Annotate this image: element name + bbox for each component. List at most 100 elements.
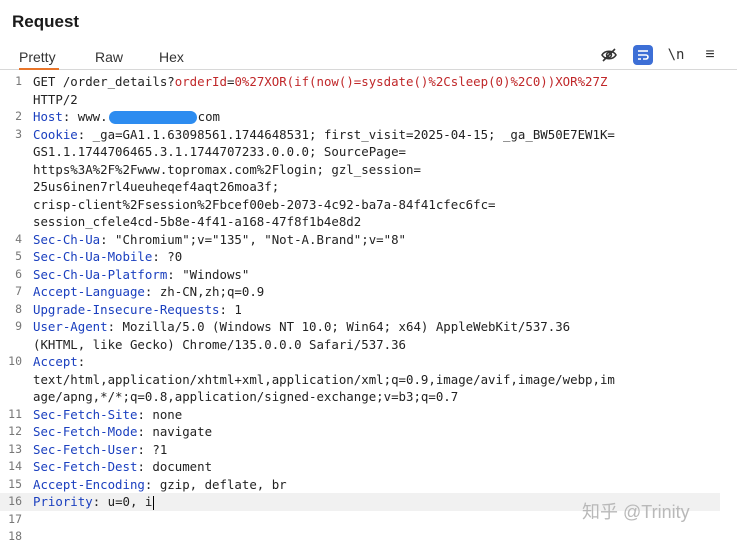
line-content: text/html,application/xhtml+xml,applicat… (33, 371, 615, 387)
header-name: Accept (33, 354, 78, 369)
hamburger-menu-icon[interactable]: ≡ (700, 45, 720, 65)
header-value: : "Windows" (167, 266, 250, 282)
header-value: : _ga=GA1.1.63098561.1744648531; first_v… (77, 126, 615, 142)
header-name: Cookie (33, 126, 78, 142)
code-line-wrap: 25us6inen7rl4ueuheqef4aqt26moa3f; (0, 178, 737, 196)
code-line: 18 (0, 528, 737, 546)
line-content: Cookie: _ga=GA1.1.63098561.1744648531; f… (33, 126, 615, 144)
line-content: Sec-Fetch-Mode: navigate (33, 423, 212, 441)
header-value: : u=0, i (92, 494, 153, 509)
code-line-wrap: session_cfele4cd-5b8e-4f41-a168-47f8f1b4… (0, 213, 737, 231)
param-value: 0%27XOR(if(now()=sysdate()%2Csleep(0)%2C… (234, 74, 608, 89)
header-value: : ?1 (137, 441, 168, 457)
line-number: 17 (8, 511, 22, 526)
code-line: 11 Sec-Fetch-Site: none (0, 406, 737, 424)
param-name: orderId (174, 74, 227, 89)
line-number: 2 (15, 109, 22, 123)
watermark: 知乎 @Trinity (582, 502, 690, 522)
line-number: 1 (15, 74, 22, 88)
code-line-wrap: age/apng,*/*;q=0.8,application/signed-ex… (0, 388, 737, 406)
line-content: Accept-Language: zh-CN,zh;q=0.9 (33, 283, 264, 301)
header-name: Sec-Ch-Ua (33, 231, 101, 247)
request-editor[interactable]: 1 GET /order_details?orderId=0%27XOR(if(… (0, 70, 737, 543)
line-content: Sec-Fetch-Site: none (33, 406, 182, 424)
tab-raw[interactable]: Raw (95, 46, 123, 68)
line-content: Sec-Ch-Ua: "Chromium";v="135", "Not-A.Br… (33, 231, 406, 249)
code-line-wrap: HTTP/2 (0, 91, 737, 109)
header-value: : ?0 (152, 249, 183, 264)
eye-slash-icon[interactable] (599, 45, 619, 65)
line-content: User-Agent: Mozilla/5.0 (Windows NT 10.0… (33, 318, 570, 336)
code-line: 4 Sec-Ch-Ua: "Chromium";v="135", "Not-A.… (0, 231, 737, 249)
code-line: 12 Sec-Fetch-Mode: navigate (0, 423, 737, 441)
line-number: 8 (15, 301, 22, 316)
line-number: 4 (15, 231, 22, 246)
line-number: 16 (8, 494, 22, 508)
line-number: 18 (8, 529, 22, 543)
code-line-wrap: https%3A%2F%2Fwww.topromax.com%2Flogin; … (0, 161, 737, 179)
header-value: : zh-CN,zh;q=0.9 (144, 284, 265, 299)
host-prefix: www. (77, 109, 108, 124)
line-content: GET /order_details?orderId=0%27XOR(if(no… (33, 73, 607, 91)
header-value: : Mozilla/5.0 (Windows NT 10.0; Win64; x… (107, 319, 571, 334)
line-content: session_cfele4cd-5b8e-4f41-a168-47f8f1b4… (33, 214, 362, 229)
header-value: : 1 (219, 301, 242, 317)
line-content: (KHTML, like Gecko) Chrome/135.0.0.0 Saf… (33, 336, 406, 352)
header-name: Sec-Fetch-Mode (33, 424, 138, 439)
eye-slash-svg (601, 48, 617, 62)
line-content: HTTP/2 (33, 91, 78, 107)
code-line-wrap: GS1.1.1744706465.3.1.1744707233.0.0.0; S… (0, 143, 737, 161)
header-name: Upgrade-Insecure-Requests (33, 301, 220, 317)
header-value: : "Chromium";v="135", "Not-A.Brand";v="8… (100, 231, 406, 247)
code-line: 1 GET /order_details?orderId=0%27XOR(if(… (0, 73, 737, 91)
header-name: Sec-Ch-Ua-Platform (33, 266, 168, 282)
line-number: 13 (8, 441, 22, 456)
line-number: 10 (8, 354, 22, 368)
header-name: Sec-Fetch-Site (33, 406, 138, 422)
code-line: 7 Accept-Language: zh-CN,zh;q=0.9 (0, 283, 737, 301)
header-name: Host (33, 109, 63, 124)
line-number: 11 (8, 406, 22, 421)
redaction-blot (108, 111, 197, 124)
header-name: User-Agent (33, 319, 108, 334)
line-number: 7 (15, 284, 22, 298)
line-content: 25us6inen7rl4ueuheqef4aqt26moa3f; (33, 179, 280, 194)
tab-pretty[interactable]: Pretty (19, 46, 59, 70)
tab-hex[interactable]: Hex (159, 46, 184, 68)
header-name: Sec-Fetch-User (33, 441, 138, 457)
request-method-path: GET /order_details? (33, 74, 175, 89)
line-number: 15 (8, 476, 22, 491)
code-line-wrap: crisp-client%2Fsession%2Fbcef00eb-2073-4… (0, 196, 737, 214)
code-line: 6 Sec-Ch-Ua-Platform: "Windows" (0, 266, 737, 284)
code-line: 13 Sec-Fetch-User: ?1 (0, 441, 737, 459)
header-name: Sec-Ch-Ua-Mobile (33, 249, 153, 264)
header-name: Accept-Language (33, 284, 145, 299)
header-name: Priority (33, 494, 93, 509)
line-content: https%3A%2F%2Fwww.topromax.com%2Flogin; … (33, 161, 421, 177)
header-value: : (77, 354, 86, 369)
header-name: Accept-Encoding (33, 476, 145, 492)
tab-bar: Pretty Raw Hex (0, 42, 737, 70)
line-content: Sec-Ch-Ua-Platform: "Windows" (33, 266, 249, 284)
header-name: Sec-Fetch-Dest (33, 459, 138, 474)
code-line: 14 Sec-Fetch-Dest: document (0, 458, 737, 476)
header-value: : gzip, deflate, br (144, 476, 287, 492)
newline-icon[interactable]: \n (666, 45, 686, 65)
line-content: crisp-client%2Fsession%2Fbcef00eb-2073-4… (33, 196, 496, 212)
line-number: 14 (8, 459, 22, 473)
line-content: age/apng,*/*;q=0.8,application/signed-ex… (33, 389, 459, 404)
header-value: : document (137, 459, 213, 474)
wrap-lines-icon[interactable] (633, 45, 653, 65)
line-content: Accept: (33, 353, 85, 371)
panel-title: Request (12, 12, 80, 31)
code-line-wrap: text/html,application/xhtml+xml,applicat… (0, 371, 737, 389)
line-content: Sec-Ch-Ua-Mobile: ?0 (33, 248, 182, 266)
line-content: Priority: u=0, i (33, 493, 155, 511)
text-caret (153, 495, 155, 510)
wrap-lines-svg (638, 50, 649, 60)
line-number: 3 (15, 126, 22, 141)
line-content: Sec-Fetch-Dest: document (33, 458, 212, 476)
line-content: Accept-Encoding: gzip, deflate, br (33, 476, 287, 494)
code-line: 15 Accept-Encoding: gzip, deflate, br (0, 476, 737, 494)
line-number: 12 (8, 424, 22, 438)
